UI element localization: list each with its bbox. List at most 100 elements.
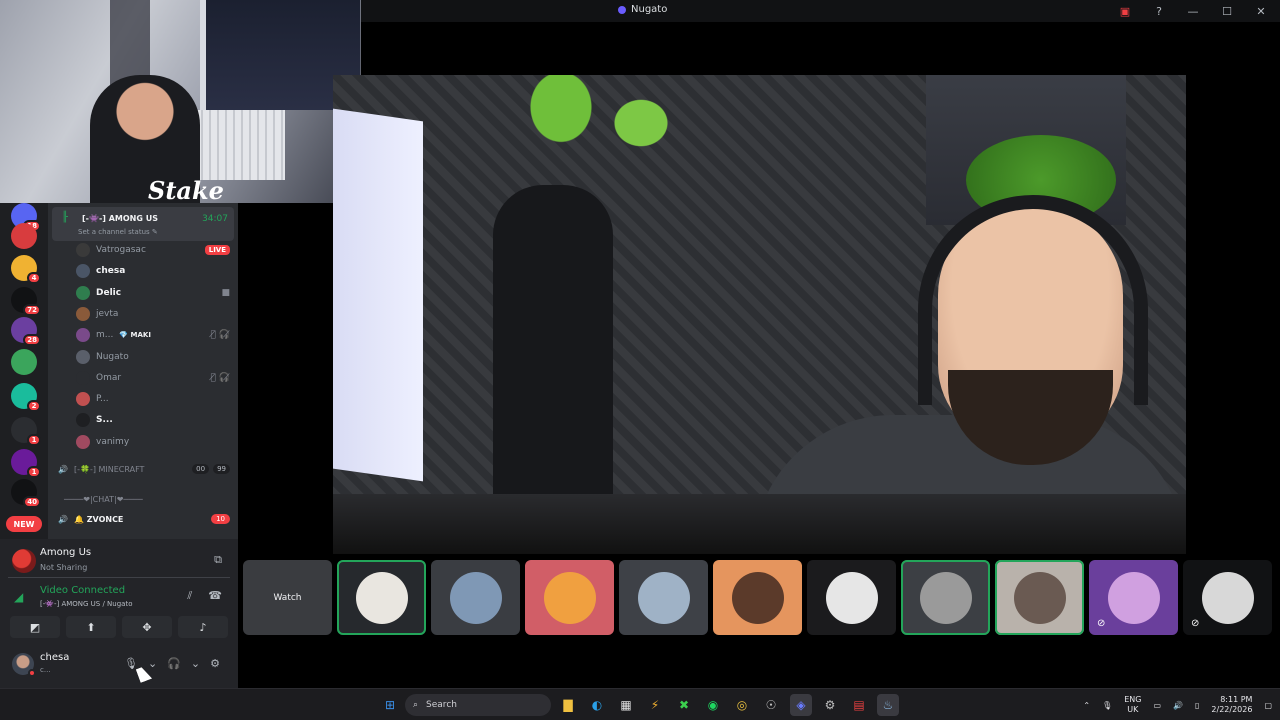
avatar xyxy=(76,243,90,257)
watch-stream-label: Watch xyxy=(273,592,302,603)
tile-user-2[interactable] xyxy=(619,560,708,635)
participant-avatar xyxy=(449,571,502,624)
taskbar-search[interactable]: ⌕ Search xyxy=(405,694,551,716)
server-icon[interactable] xyxy=(11,223,37,249)
app-red-icon[interactable]: ▤ xyxy=(848,694,870,716)
tile-camera[interactable] xyxy=(901,560,990,635)
network-icon[interactable]: ▭ xyxy=(1153,701,1161,710)
chevron-down-icon[interactable]: ⌄ xyxy=(148,657,157,670)
language-indicator[interactable]: ENG UK xyxy=(1124,695,1141,714)
new-unreads-pill[interactable]: NEW xyxy=(6,516,42,532)
chevron-up-icon[interactable]: ⌃ xyxy=(1083,701,1090,710)
member-tag: 💎 MAKI xyxy=(119,331,151,340)
settings-gear-icon[interactable]: ⚙ xyxy=(210,657,220,670)
store-icon[interactable]: ▦ xyxy=(615,694,637,716)
headphones-icon[interactable]: 🎧 xyxy=(167,657,181,670)
help-icon[interactable]: ? xyxy=(1152,5,1166,18)
focused-video-stream[interactable] xyxy=(333,75,1186,554)
volume-icon[interactable]: 🔊 xyxy=(1173,701,1183,710)
voice-connection-channel[interactable]: [-👾-] AMONG US / Nugato xyxy=(40,600,133,608)
search-icon: ⌕ xyxy=(413,700,419,710)
avatar xyxy=(76,434,90,449)
start-windows-icon[interactable]: ⊞ xyxy=(379,694,401,716)
noise-suppression-icon[interactable]: ⫽ xyxy=(187,589,192,603)
tile-goku[interactable] xyxy=(525,560,614,635)
tile-user-4[interactable] xyxy=(807,560,896,635)
voice-member[interactable]: Nugato xyxy=(76,348,230,366)
server-icon[interactable]: 72 xyxy=(11,287,41,316)
unread-badge: 10 xyxy=(211,514,230,524)
voice-member[interactable]: vanimy xyxy=(76,433,230,451)
screen: Nugato ▣ ? — ☐ ✕ Stake 184722821140 NEW … xyxy=(0,0,1280,720)
window-title: Nugato xyxy=(618,4,667,15)
xbox-icon[interactable]: ✖ xyxy=(673,694,695,716)
settings-taskbar-icon[interactable]: ⚙ xyxy=(819,694,841,716)
tile-user-1[interactable] xyxy=(431,560,520,635)
participant-avatar xyxy=(731,571,784,624)
participant-avatar xyxy=(919,571,972,624)
voice-connection-status[interactable]: Video Connected xyxy=(40,585,125,596)
camera-off-button[interactable]: ◩ xyxy=(10,616,60,638)
voice-member[interactable]: Omar 🎙̸ 🎧̸ xyxy=(76,369,230,387)
tile-mask[interactable] xyxy=(337,560,426,635)
tile-user-3[interactable] xyxy=(713,560,802,635)
chevron-down-icon[interactable]: ⌄ xyxy=(191,657,200,670)
server-icon[interactable]: 40 xyxy=(11,479,41,508)
server-icon[interactable]: 1 xyxy=(11,417,41,446)
close-button[interactable]: ✕ xyxy=(1254,5,1268,18)
activities-button[interactable]: ✥ xyxy=(122,616,172,638)
participant-video-strip: Watch ⊘ ⊘ xyxy=(243,560,1280,635)
steam-icon[interactable]: ♨ xyxy=(877,694,899,716)
edge-browser-icon[interactable]: ◐ xyxy=(586,694,608,716)
member-status-icons: ■ xyxy=(221,288,230,298)
username[interactable]: chesa xyxy=(40,652,69,663)
voice-member[interactable]: chesa xyxy=(76,262,230,280)
server-icon[interactable]: 1 xyxy=(11,449,41,478)
status-dot xyxy=(28,669,36,677)
maximize-button[interactable]: ☐ xyxy=(1220,5,1234,18)
disconnect-icon[interactable]: ☎ xyxy=(208,589,222,603)
tile-purple[interactable]: ⊘ xyxy=(1089,560,1178,635)
microphone-icon[interactable]: 🎙 xyxy=(124,657,138,670)
video-camera-icon: ■ xyxy=(221,287,230,298)
app-icon[interactable]: ⚡ xyxy=(644,694,666,716)
screen-share-icon[interactable]: ⧉ xyxy=(214,553,222,567)
inbox-icon[interactable]: ▣ xyxy=(1118,5,1132,18)
voice-member[interactable]: S... xyxy=(76,411,230,429)
voice-channel-header[interactable]: ╟ [-👾-] AMONG US 34:07 Set a channel sta… xyxy=(52,207,234,241)
minimize-button[interactable]: — xyxy=(1186,5,1200,18)
channel-item[interactable]: 🔊 [-🍀-] MINECRAFT 00 99 xyxy=(58,460,230,478)
clock[interactable]: 8:11 PM 2/22/2026 xyxy=(1211,695,1252,714)
spotify-icon[interactable]: ◉ xyxy=(702,694,724,716)
signal-icon[interactable]: ◢ xyxy=(14,590,23,604)
microphone-tray-icon[interactable]: 🎙 xyxy=(1102,701,1112,710)
channel-item[interactable]: 🔊 🔔 ZVONCE 10 xyxy=(58,510,230,528)
tile-user-5[interactable] xyxy=(995,560,1084,635)
channel-status-input[interactable]: Set a channel status ✎ xyxy=(78,228,158,236)
battery-icon[interactable]: ▯ xyxy=(1195,701,1199,710)
voice-member[interactable]: P... xyxy=(76,390,230,408)
server-icon[interactable]: 4 xyxy=(11,255,41,284)
voice-member[interactable]: Vatrogasac LIVE xyxy=(76,241,230,259)
discord-taskbar-icon[interactable]: ◈ xyxy=(790,694,812,716)
server-icon[interactable]: 28 xyxy=(11,317,41,346)
file-explorer-icon[interactable]: ▇ xyxy=(557,694,579,716)
voice-member[interactable]: Delic ■ xyxy=(76,284,230,302)
tile-user-6[interactable]: ⊘ xyxy=(1183,560,1272,635)
github-icon[interactable]: ☉ xyxy=(760,694,782,716)
tile-watch[interactable]: Watch xyxy=(243,560,332,635)
window-controls: ▣ ? — ☐ ✕ xyxy=(1118,0,1280,22)
avatar xyxy=(76,328,90,343)
server-icon[interactable]: 2 xyxy=(11,383,41,412)
voice-member[interactable]: m... 💎 MAKI 🎙̸ 🎧̸ xyxy=(76,326,230,344)
chrome-icon[interactable]: ◎ xyxy=(731,694,753,716)
voice-member[interactable]: jevta xyxy=(76,305,230,323)
user-area: chesa c... 🎙 ⌄ 🎧 ⌄ ⚙ xyxy=(8,649,230,679)
avatar xyxy=(76,370,90,385)
channel-item[interactable]: ────❤|CHAT|❤──── xyxy=(58,490,230,508)
soundboard-button[interactable]: ♪ xyxy=(178,616,228,638)
notification-icon[interactable]: ▢ xyxy=(1264,701,1272,710)
server-icon[interactable] xyxy=(11,349,37,375)
participant-avatar xyxy=(1013,571,1066,624)
share-screen-button[interactable]: ⬆ xyxy=(66,616,116,638)
